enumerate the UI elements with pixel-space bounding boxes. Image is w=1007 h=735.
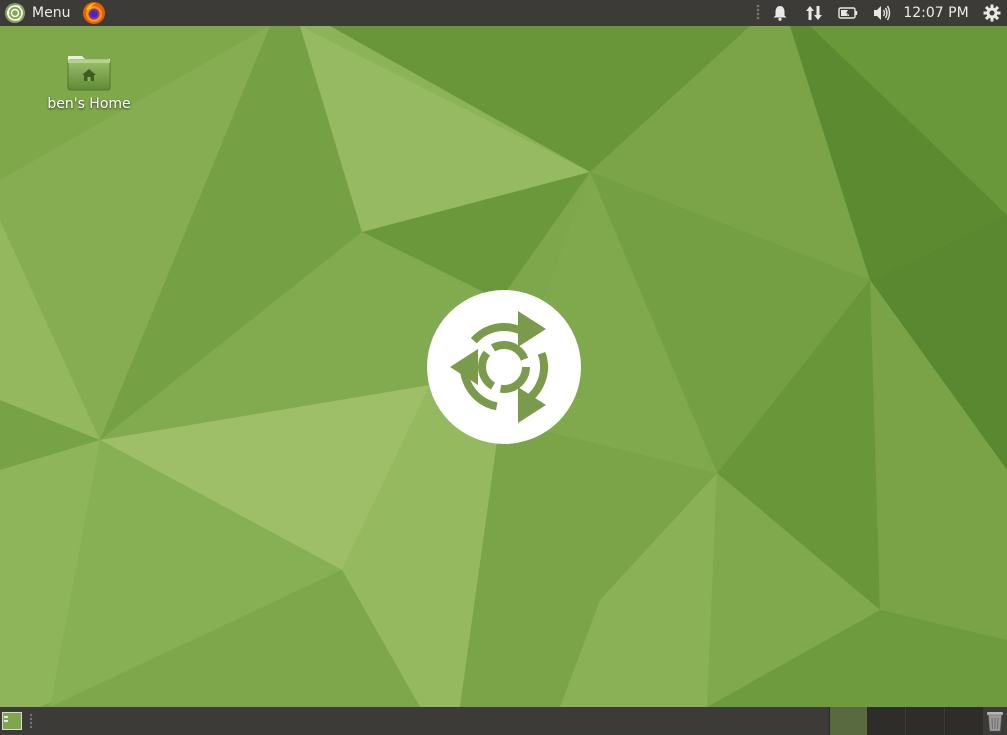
notification-bell-icon [773, 6, 787, 21]
desktop-icon-home[interactable]: ben's Home [44, 52, 134, 122]
ubuntu-mate-menu-icon [5, 3, 25, 23]
top-panel: Menu 12:07 PM [0, 0, 1007, 26]
workspace-3[interactable] [906, 707, 944, 735]
notification-tray[interactable] [768, 0, 792, 26]
workspace-4[interactable] [945, 707, 983, 735]
show-desktop-icon[interactable] [2, 712, 22, 730]
tray-drag-handle[interactable] [754, 0, 762, 26]
network-transfer-icon [806, 6, 822, 20]
session-menu[interactable] [980, 0, 1004, 26]
session-gear-icon [983, 4, 1001, 22]
workspace-1[interactable] [829, 707, 867, 735]
volume-icon [874, 5, 891, 21]
workspace-2[interactable] [867, 707, 905, 735]
network-tray[interactable] [802, 0, 826, 26]
bottom-panel [0, 707, 1007, 735]
home-folder-icon [67, 56, 111, 91]
clock[interactable]: 12:07 PM [900, 0, 972, 26]
ubuntu-mate-logo-icon [427, 290, 581, 444]
battery-icon [838, 7, 858, 19]
trash-icon[interactable] [985, 710, 1005, 732]
volume-tray[interactable] [870, 0, 894, 26]
main-menu-button[interactable]: Menu [4, 0, 70, 26]
desktop-screen: Menu 12:07 PM ben's Home [0, 0, 1007, 735]
menu-label: Menu [32, 5, 71, 21]
battery-tray[interactable] [836, 0, 860, 26]
panel-drag-handle[interactable] [28, 713, 34, 729]
firefox-icon[interactable] [82, 1, 106, 25]
desktop-icon-label: ben's Home [47, 96, 131, 112]
